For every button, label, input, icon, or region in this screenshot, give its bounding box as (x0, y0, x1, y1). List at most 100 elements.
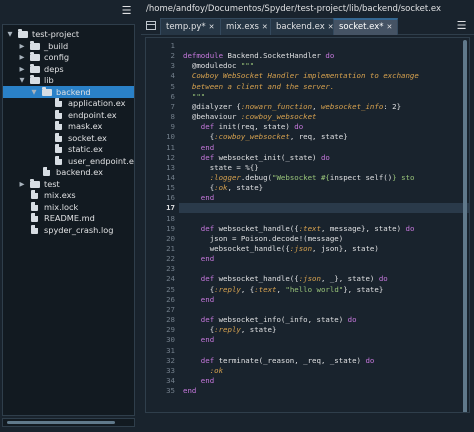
code-token: , (312, 101, 321, 111)
chevron-down-icon[interactable]: ▼ (30, 86, 38, 98)
tree-file[interactable]: README.md (3, 212, 134, 224)
code-line[interactable]: def websocket_handle({:text, message}, s… (183, 223, 415, 234)
code-line[interactable]: json = Poison.decode!(message) (183, 234, 344, 244)
tree-file[interactable]: socket.ex (3, 132, 134, 144)
chevron-right-icon[interactable]: ▶ (18, 51, 26, 63)
editor-tab[interactable]: mix.exs ✕ (220, 18, 274, 35)
code-token: :reply (214, 284, 241, 294)
code-line[interactable]: @behaviour :cowboy_websocket (183, 112, 317, 122)
tree-file[interactable]: backend.ex (3, 166, 134, 178)
code-line[interactable]: def terminate(_reason, _req, _state) do (183, 355, 375, 366)
tree-file[interactable]: application.ex (3, 97, 134, 109)
code-token: state = %{} (183, 162, 259, 172)
tab-label: temp.py* (166, 22, 206, 32)
tree-file[interactable]: spyder_crash.log (3, 224, 134, 236)
code-token: :json (289, 244, 313, 253)
chevron-right-icon[interactable]: ▶ (18, 63, 26, 75)
line-number: 21 (166, 244, 175, 253)
chevron-down-icon[interactable]: ▼ (18, 74, 26, 86)
code-line[interactable]: :logger.debug("Websocket #{inspect self(… (183, 172, 415, 183)
file-icon (54, 132, 64, 142)
tree-file[interactable]: static.ex (3, 143, 134, 155)
chevron-right-icon[interactable]: ▶ (18, 40, 26, 52)
tab-label: socket.ex* (339, 22, 384, 32)
code-line[interactable]: end (183, 143, 214, 153)
editor-tab[interactable]: backend.ex ✕ (270, 18, 340, 35)
line-number: 23 (166, 264, 175, 274)
tree-folder[interactable]: ▶ _build (3, 40, 134, 52)
tree-item-label: static.ex (68, 144, 103, 154)
tree-file[interactable]: user_endpoint.ex (3, 155, 134, 167)
line-number: 14 (166, 172, 175, 182)
code-line[interactable]: between a client and the server. (183, 82, 334, 92)
tree-folder[interactable]: ▼ lib (3, 74, 134, 86)
explorer-horizontal-scrollbar[interactable] (2, 418, 135, 427)
tree-file[interactable]: mix.exs (3, 189, 134, 201)
code-line[interactable]: defmodule Backend.SocketHandler do (183, 51, 334, 61)
line-number: 35 (166, 386, 175, 396)
code-line[interactable]: {:cowboy_websocket, req, state} (183, 132, 348, 142)
line-number: 16 (166, 193, 175, 203)
close-icon[interactable]: ✕ (209, 23, 215, 31)
scrollbar-thumb[interactable] (7, 421, 115, 424)
code-token: websocket_handle({ (218, 223, 299, 233)
code-token: } sto (392, 172, 415, 182)
hamburger-menu-icon[interactable]: ☰ (455, 19, 468, 32)
code-line[interactable]: end (183, 193, 214, 203)
code-line[interactable]: end (183, 254, 214, 264)
code-line[interactable]: end (183, 335, 214, 345)
code-token: "hello world" (285, 284, 344, 294)
tree-folder[interactable]: ▶ config (3, 51, 134, 63)
code-line[interactable]: {:ok, state} (183, 183, 263, 193)
code-line[interactable]: @moduledoc """ (183, 61, 254, 71)
code-token: , state} (240, 325, 277, 335)
tree-item-label: test (44, 178, 60, 189)
code-text[interactable]: defmodule Backend.SocketHandler do @modu… (183, 38, 469, 412)
tree-file[interactable]: mix.lock (3, 201, 134, 213)
file-tree[interactable]: ▼ test-project ▶ _build ▶ config ▶ deps ▼ lib ▼ bac… (2, 24, 135, 416)
code-line[interactable]: Cowboy WebSocket Handler implementation … (183, 71, 419, 81)
chevron-right-icon[interactable]: ▶ (18, 178, 26, 190)
code-line[interactable]: {:reply, {:text, "hello world"}, state} (183, 284, 384, 295)
tree-folder[interactable]: ▼ backend (3, 85, 134, 98)
code-token: end (183, 142, 215, 152)
file-icon (54, 144, 64, 153)
browse-tabs-icon[interactable] (145, 20, 158, 32)
code-token: terminate(_reason, _req, _state) (218, 355, 366, 365)
tree-folder[interactable]: ▶ test (3, 178, 134, 190)
close-icon[interactable]: ✕ (262, 23, 268, 31)
code-token: end (183, 386, 197, 396)
code-token: """ (240, 61, 255, 71)
code-line[interactable]: def websocket_info(_info, state) do (183, 315, 357, 325)
code-editor[interactable]: 1 2 3 4 5 6 7 8 9 10 11 12 13 14 15 16 17 18 19 20 21 22 23 24 2… (145, 37, 470, 413)
line-number: 7 (170, 101, 175, 111)
tree-file[interactable]: mask.ex (3, 120, 134, 132)
scrollbar-thumb[interactable] (463, 40, 467, 412)
code-line[interactable]: @dialyzer {:nowarn_function, websocket_i… (183, 102, 401, 112)
tree-file[interactable]: endpoint.ex (3, 109, 134, 121)
code-line[interactable]: end (183, 376, 214, 386)
line-number: 1 (170, 41, 175, 50)
editor-tab[interactable]: temp.py* ✕ (160, 18, 221, 35)
code-line[interactable]: {:reply, state} (183, 325, 277, 335)
code-line[interactable]: def websocket_init(_state) do (183, 153, 330, 163)
chevron-down-icon[interactable]: ▼ (6, 28, 14, 40)
code-line[interactable]: end (183, 295, 214, 305)
tree-item-label: mix.lock (44, 201, 79, 212)
line-number: 22 (166, 254, 175, 264)
close-icon[interactable]: ✕ (387, 23, 393, 31)
line-number: 25 (166, 284, 175, 294)
code-line[interactable]: def init(req, state) do (183, 122, 303, 132)
editor-tab[interactable]: socket.ex* ✕ (333, 18, 399, 35)
code-vertical-scrollbar[interactable] (462, 38, 468, 412)
code-line[interactable]: :ok (183, 366, 223, 376)
tree-folder[interactable]: ▼ test-project (3, 28, 134, 40)
code-line[interactable]: websocket_handle({:json, json}, state) (183, 244, 379, 254)
tree-folder[interactable]: ▶ deps (3, 63, 134, 75)
code-line[interactable]: def websocket_handle({:json, _}, state) … (183, 274, 388, 284)
code-line[interactable]: """ (183, 92, 205, 102)
code-line[interactable]: state = %{} (183, 163, 259, 173)
line-number: 30 (166, 335, 175, 345)
hamburger-menu-icon[interactable]: ☰ (120, 4, 133, 17)
code-line[interactable]: end (183, 386, 196, 396)
